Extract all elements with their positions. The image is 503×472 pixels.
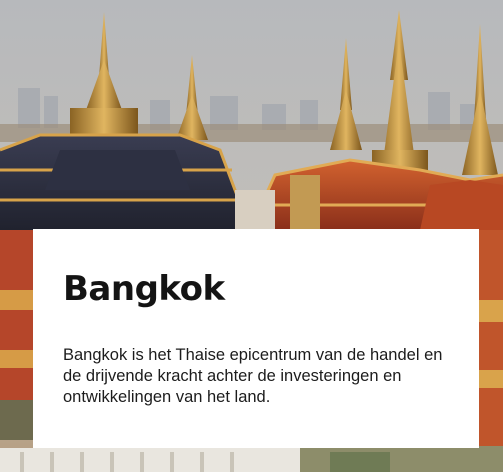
destination-title: Bangkok: [63, 269, 225, 309]
destination-card: Bangkok Bangkok is het Thaise epicentrum…: [0, 0, 503, 472]
info-card: Bangkok Bangkok is het Thaise epicentrum…: [33, 229, 479, 448]
destination-description: Bangkok is het Thaise epicentrum van de …: [63, 346, 443, 406]
